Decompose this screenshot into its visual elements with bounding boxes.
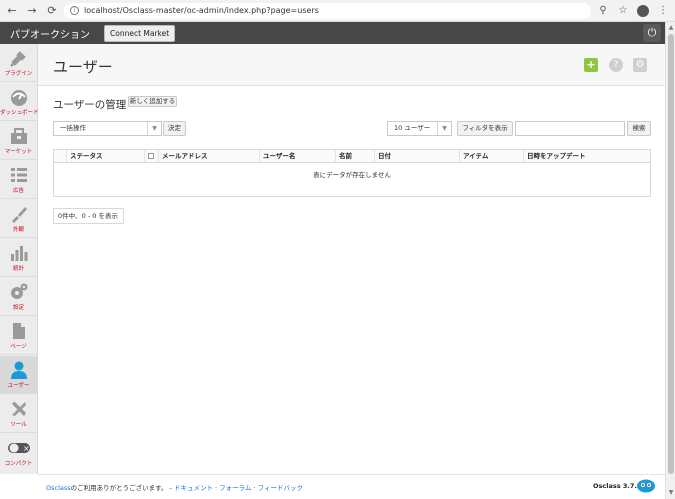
add-new-button[interactable]: 新しく追加する [128, 96, 177, 107]
url-text: localhost/Osclass-master/oc-admin/index.… [84, 6, 319, 15]
forward-icon[interactable]: → [24, 3, 40, 19]
search-button[interactable]: 検索 [627, 121, 651, 136]
chevron-down-icon: ▼ [437, 122, 451, 135]
sidebar-item-label: 設定 [12, 305, 24, 311]
per-page-value: 10 ユーザー [394, 124, 431, 132]
sidebar-item-compact[interactable]: × コンパクト [0, 434, 37, 472]
footer-version: Osclass 3.7.5 [593, 482, 642, 490]
per-page-select[interactable]: 10 ユーザー ▼ [387, 121, 452, 136]
sidebar-item-label: ツール [10, 422, 27, 428]
column-header-username[interactable]: ユーザー名 [259, 150, 335, 162]
section-title: ユーザーの管理 [53, 99, 127, 111]
column-header-name[interactable]: 名前 [335, 150, 374, 162]
empty-table-message: 表にデータが存在しません [313, 171, 391, 179]
sidebar-item-pages[interactable]: ページ [0, 317, 37, 355]
footer-link-feedback[interactable]: フィードバック [258, 484, 303, 492]
sidebar-item-stats[interactable]: 統計 [0, 239, 37, 277]
pagination-info: 0件中、0 - 0 を表示 [53, 208, 124, 224]
show-filter-button[interactable]: フィルタを表示 [457, 121, 513, 136]
sidebar-item-label: ダッシュボード [0, 110, 39, 116]
sidebar-item-label: ユーザー [7, 383, 30, 389]
sidebar-item-label: プラグイン [4, 71, 33, 77]
footer-text: Osclassのご利用ありがとうございます。 - ドキュメント · フォーラム … [46, 482, 303, 492]
sidebar-item-listings[interactable]: 広告 [0, 161, 37, 199]
sidebar-item-tools[interactable]: ツール [0, 395, 37, 433]
settings-icon [10, 283, 27, 299]
stats-icon [10, 246, 27, 261]
page-header: ユーザー + ? ⚙ [38, 44, 665, 86]
connect-market-button[interactable]: Connect Market [104, 24, 176, 42]
table-header: ステータス メールアドレス ユーザー名 名前 日付 アイテム 日時をアップデート [54, 150, 650, 163]
scroll-down-icon[interactable]: ▼ [667, 489, 675, 497]
footer-brand-link[interactable]: Osclass [46, 484, 71, 492]
sidebar-item-market[interactable]: マーケット [0, 122, 37, 160]
footer-link-forum[interactable]: フォーラム [219, 484, 251, 492]
sidebar-item-label: 統計 [12, 266, 24, 272]
tools-icon [11, 402, 26, 416]
bulk-action-select[interactable]: 一括操作 ▼ [53, 121, 162, 136]
bookmark-star-icon[interactable]: ☆ [615, 3, 631, 19]
scroll-thumb[interactable] [668, 34, 674, 474]
sidebar-item-appearance[interactable]: 外観 [0, 200, 37, 238]
sidebar-item-label: ページ [10, 344, 27, 350]
admin-header: パブオークション Connect Market ⏻ [0, 22, 665, 44]
page-icon [12, 323, 25, 339]
menu-kebab-icon[interactable]: ⋮ [655, 3, 671, 19]
main-content: ユーザー + ? ⚙ ユーザーの管理 新しく追加する 一括操作 ▼ 決定 10 … [38, 44, 665, 474]
footer: Osclassのご利用ありがとうございます。 - ドキュメント · フォーラム … [38, 474, 665, 499]
market-icon [10, 128, 27, 144]
scroll-up-icon[interactable]: ▲ [667, 24, 675, 32]
users-table: ステータス メールアドレス ユーザー名 名前 日付 アイテム 日時をアップデート… [53, 149, 651, 197]
footer-link-docs[interactable]: ドキュメント [174, 484, 213, 492]
bulk-action-value: 一括操作 [60, 124, 86, 132]
toggle-icon: × [7, 443, 30, 453]
sidebar-item-settings[interactable]: 設定 [0, 278, 37, 316]
svg-text:×: × [23, 444, 30, 453]
plugin-icon [9, 51, 26, 67]
column-header-items[interactable]: アイテム [459, 150, 523, 162]
column-header-status[interactable]: ステータス [66, 150, 144, 162]
back-icon[interactable]: ← [4, 3, 20, 19]
profile-icon[interactable] [635, 3, 651, 19]
appearance-icon [11, 207, 27, 223]
help-icon[interactable]: ? [609, 58, 623, 72]
footer-thanks: のご利用ありがとうございます。 - [70, 484, 174, 492]
apply-button[interactable]: 決定 [163, 121, 186, 136]
column-header-email[interactable]: メールアドレス [158, 150, 259, 162]
select-all-checkbox[interactable] [148, 153, 154, 159]
site-title[interactable]: パブオークション [10, 26, 90, 41]
sidebar-item-label: 外観 [12, 227, 24, 233]
zoom-icon[interactable]: ⚲ [595, 3, 611, 19]
info-icon[interactable]: i [70, 6, 79, 15]
chevron-down-icon: ▼ [147, 122, 161, 135]
sidebar-item-label: コンパクト [4, 461, 33, 467]
sidebar-item-label: 広告 [12, 188, 24, 194]
sidebar-item-dashboard[interactable]: ダッシュボード [0, 83, 39, 121]
column-header-update-date[interactable]: 日時をアップデート [523, 150, 650, 162]
column-header-empty [54, 150, 66, 162]
column-header-date[interactable]: 日付 [374, 150, 459, 162]
sidebar-item-users[interactable]: ユーザー [0, 356, 37, 394]
dashboard-icon [10, 90, 27, 106]
column-header-checkbox [144, 150, 158, 162]
sidebar-item-label: マーケット [4, 149, 33, 155]
address-bar[interactable]: i localhost/Osclass-master/oc-admin/inde… [64, 2, 591, 19]
page-title: ユーザー [53, 58, 113, 76]
page-scrollbar[interactable]: ▲ ▼ [665, 22, 675, 499]
sidebar-item-plugins[interactable]: プラグイン [0, 44, 37, 82]
add-user-plus-icon[interactable]: + [584, 58, 598, 72]
browser-toolbar: ← → ⟳ i localhost/Osclass-master/oc-admi… [0, 0, 675, 22]
gear-icon[interactable]: ⚙ [633, 58, 647, 72]
reload-icon[interactable]: ⟳ [44, 3, 60, 19]
search-input[interactable] [515, 121, 625, 136]
user-icon [10, 361, 27, 379]
list-icon [10, 168, 27, 182]
osclass-logo-icon [637, 479, 655, 493]
logout-power-icon[interactable]: ⏻ [643, 24, 661, 42]
sidebar: プラグイン ダッシュボード マーケット 広告 外観 統計 設定 ページ ユーザー… [0, 44, 39, 474]
